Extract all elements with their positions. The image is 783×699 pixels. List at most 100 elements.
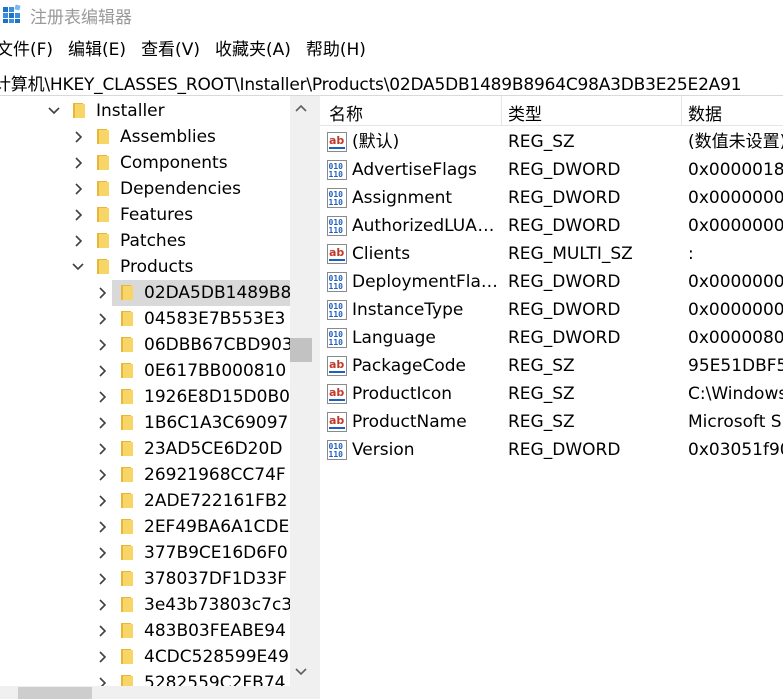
scroll-down-arrow-icon[interactable] [295,668,307,676]
value-row[interactable]: ab ProductName REG_SZ Microsoft S [320,408,783,436]
chevron-right-icon[interactable] [96,624,108,638]
tree-item[interactable]: 06DBB67CBD903 [0,332,290,358]
value-data: Microsoft S [688,412,782,432]
menu-favorites[interactable]: 收藏夹(A) [215,38,291,62]
tree-item[interactable]: 5282559C2FB74 [0,670,290,686]
pane-splitter[interactable] [312,96,320,699]
column-type-header[interactable]: 类型 [508,100,542,125]
chevron-right-icon[interactable] [72,208,84,222]
tree-item[interactable]: 378037DF1D33F [0,566,290,592]
value-row[interactable]: 010 110 AuthorizedLUAApp REG_DWORD 0x0000000… [320,212,783,240]
column-data-header[interactable]: 数据 [688,100,722,125]
chevron-down-icon[interactable] [48,104,60,118]
menu-bar: 文件(F) 编辑(E) 查看(V) 收藏夹(A) 帮助(H) [0,38,381,62]
tree-item[interactable]: 1926E8D15D0B0 [0,384,290,410]
chevron-right-icon[interactable] [96,338,108,352]
tree-item[interactable]: Dependencies [0,176,290,202]
value-name: Clients [352,244,411,264]
horizontal-scroll-thumb[interactable] [18,687,92,699]
value-data: C:\Windows [688,384,783,404]
value-row[interactable]: 010110Language REG_DWORD 0x00000804 [320,324,783,352]
tree-item-label: 5282559C2FB74 [144,673,286,686]
menu-help[interactable]: 帮助(H) [306,38,366,62]
tree-item-label: Installer [96,101,165,121]
menu-file[interactable]: 文件(F) [0,38,53,62]
tree-item[interactable]: 3e43b73803c7c3 [0,592,290,618]
tree-item[interactable]: 26921968CC74F [0,462,290,488]
chevron-right-icon[interactable] [96,546,108,560]
address-bar[interactable]: 计算机\HKEY_CLASSES_ROOT\Installer\Products… [0,67,783,96]
scroll-thumb[interactable] [290,338,312,362]
tree-item-label: 3e43b73803c7c3 [144,595,290,615]
chevron-right-icon[interactable] [96,572,108,586]
svg-text:110: 110 [329,310,344,319]
tree-item[interactable]: Features [0,202,290,228]
menu-view[interactable]: 查看(V) [141,38,200,62]
chevron-right-icon[interactable] [96,442,108,456]
tree-item[interactable]: Assemblies [0,124,290,150]
chevron-right-icon[interactable] [72,130,84,144]
folder-icon [121,441,133,456]
tree-item[interactable]: Components [0,150,290,176]
tree-item-label: 1B6C1A3C69097 [144,413,289,433]
tree-horizontal-scrollbar[interactable] [0,686,312,699]
tree-item[interactable]: Installer [0,98,290,124]
menu-edit[interactable]: 编辑(E) [68,38,126,62]
value-row[interactable]: 010110Assignment REG_DWORD 0x00000000 [320,184,783,212]
value-name: Assignment [352,188,453,208]
chevron-right-icon[interactable] [96,312,108,326]
value-row[interactable]: 010 110 Version REG_DWORD 0x03051f90 [320,436,783,464]
tree-item[interactable]: 2EF49BA6A1CDE [0,514,290,540]
value-row[interactable]: 010110InstanceType REG_DWORD 0x00000000 [320,296,783,324]
tree-item-label: 04583E7B553E3 [144,309,286,329]
value-name: Language [352,328,436,348]
chevron-right-icon[interactable] [72,182,84,196]
folder-icon [121,597,133,612]
chevron-right-icon[interactable] [96,364,108,378]
binary-value-icon: 010110 [327,188,347,208]
chevron-right-icon[interactable] [96,676,108,686]
tree-item[interactable]: Products [0,254,290,280]
tree-item[interactable]: 02DA5DB1489B8964C98A3DB3E25E2A91 [0,280,290,306]
value-row[interactable]: 010110DeploymentFlags REG_DWORD 0x00000000 [320,268,783,296]
value-row[interactable]: ab (默认) REG_SZ (数值未设置) [320,128,783,156]
value-row[interactable]: ab Clients REG_MULTI_SZ: [320,240,783,268]
value-row[interactable]: 010110AdvertiseFlags REG_DWORD 0x00000184 [320,156,783,184]
column-divider[interactable] [681,96,682,125]
tree-item[interactable]: 377B9CE16D6F0 [0,540,290,566]
folder-icon [97,259,109,274]
chevron-right-icon[interactable] [72,234,84,248]
tree-item[interactable]: 04583E7B553E3 [0,306,290,332]
chevron-right-icon[interactable] [96,286,108,300]
value-row[interactable]: ab PackageCode REG_SZ 95E51DBF5 [320,352,783,380]
chevron-down-icon[interactable] [72,260,84,274]
address-path[interactable]: 计算机\HKEY_CLASSES_ROOT\Installer\Products… [0,70,742,95]
value-name: Version [352,440,415,460]
value-row[interactable]: ab ProductIcon REG_SZ C:\Windows [320,380,783,408]
chevron-right-icon[interactable] [96,468,108,482]
folder-icon [121,285,133,300]
tree-item[interactable]: 2ADE722161FB2 [0,488,290,514]
tree-item[interactable]: 483B03FEABE94 [0,618,290,644]
value-type: REG_DWORD [508,300,621,320]
chevron-right-icon[interactable] [96,494,108,508]
chevron-right-icon[interactable] [96,390,108,404]
column-divider[interactable] [501,96,502,125]
chevron-right-icon[interactable] [72,156,84,170]
tree-item-label: 26921968CC74F [144,465,286,485]
chevron-right-icon[interactable] [96,650,108,664]
column-name-header[interactable]: 名称 [329,100,363,125]
chevron-right-icon[interactable] [96,520,108,534]
tree-vertical-scrollbar[interactable] [290,96,312,686]
tree-item[interactable]: Patches [0,228,290,254]
folder-icon [121,545,133,560]
folder-icon [121,623,133,638]
scroll-up-arrow-icon[interactable] [295,104,307,112]
chevron-right-icon[interactable] [96,598,108,612]
tree-item[interactable]: 0E617BB000810 [0,358,290,384]
tree-item[interactable]: 1B6C1A3C69097 [0,410,290,436]
tree-item[interactable]: 4CDC528599E49 [0,644,290,670]
value-type: REG_DWORD [508,188,621,208]
chevron-right-icon[interactable] [96,416,108,430]
tree-item[interactable]: 23AD5CE6D20D [0,436,290,462]
